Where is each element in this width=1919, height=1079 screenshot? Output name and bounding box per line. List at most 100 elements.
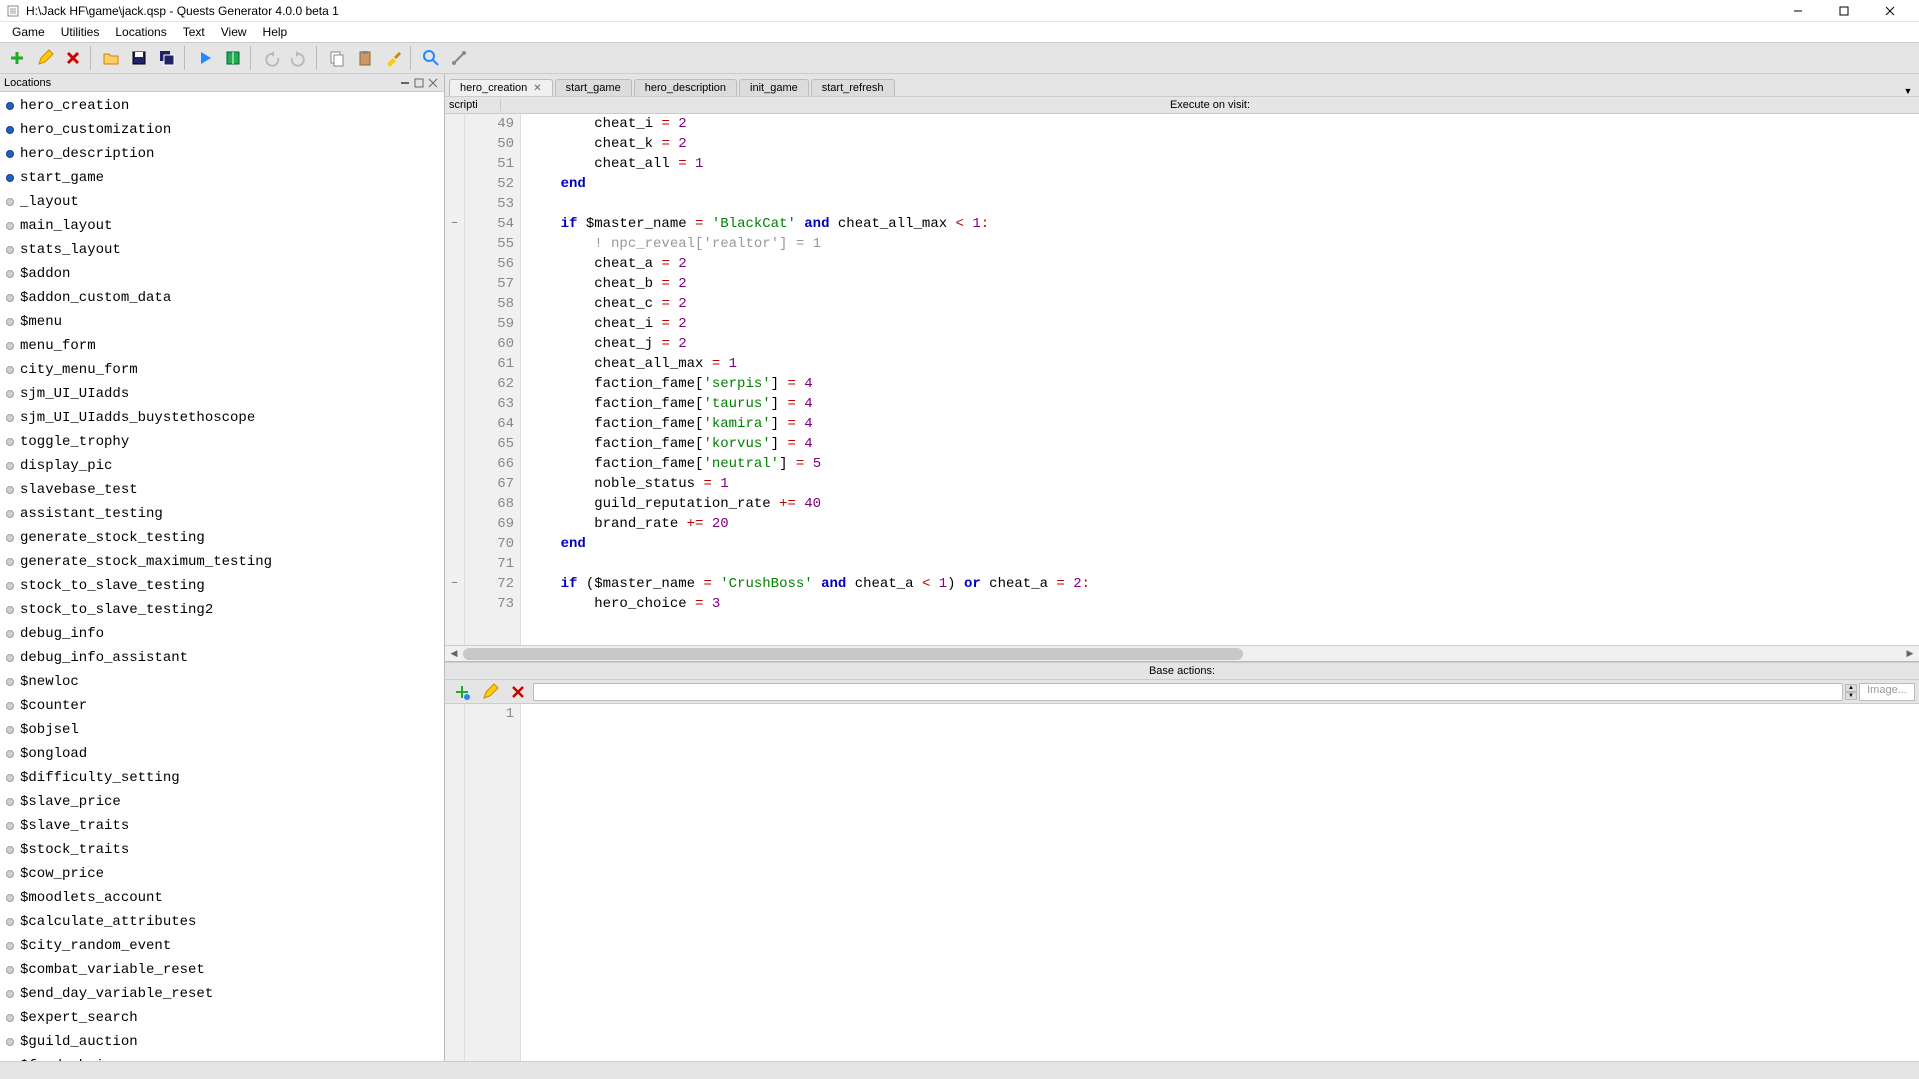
pencil-icon[interactable]: [32, 45, 58, 71]
location-item[interactable]: $combat_variable_reset: [0, 958, 444, 982]
location-item[interactable]: stock_to_slave_testing: [0, 574, 444, 598]
location-item[interactable]: start_game: [0, 166, 444, 190]
location-item[interactable]: menu_form: [0, 334, 444, 358]
menu-text[interactable]: Text: [175, 23, 213, 41]
scroll-right-icon[interactable]: ▶: [1903, 648, 1917, 660]
fold-gutter[interactable]: −−: [445, 114, 465, 645]
location-item[interactable]: $difficulty_setting: [0, 766, 444, 790]
menu-game[interactable]: Game: [4, 23, 53, 41]
location-item[interactable]: generate_stock_maximum_testing: [0, 550, 444, 574]
location-item[interactable]: $moodlets_account: [0, 886, 444, 910]
action-code-content[interactable]: [521, 704, 1919, 1061]
location-item[interactable]: $guild_auction: [0, 1030, 444, 1054]
location-item[interactable]: sjm_UI_UIadds: [0, 382, 444, 406]
location-item[interactable]: stats_layout: [0, 238, 444, 262]
base-actions-panel: Base actions: ▲▼ Image... 1: [445, 661, 1919, 1061]
action-spinner[interactable]: ▲▼: [1845, 684, 1857, 700]
location-item[interactable]: $city_random_event: [0, 934, 444, 958]
fold-toggle-icon[interactable]: −: [445, 574, 464, 594]
location-item[interactable]: sjm_UI_UIadds_buystethoscope: [0, 406, 444, 430]
location-item[interactable]: $menu: [0, 310, 444, 334]
menu-view[interactable]: View: [213, 23, 255, 41]
fold-toggle-icon[interactable]: −: [445, 214, 464, 234]
code-content[interactable]: cheat_i = 2 cheat_k = 2 cheat_all = 1 en…: [521, 114, 1919, 645]
tab-hero-creation[interactable]: hero_creation✕: [449, 79, 553, 96]
location-item[interactable]: $expert_search: [0, 1006, 444, 1030]
image-button[interactable]: Image...: [1859, 683, 1915, 701]
location-item[interactable]: hero_description: [0, 142, 444, 166]
tabs-dropdown-icon[interactable]: ▼: [1901, 86, 1915, 96]
tab-init-game[interactable]: init_game: [739, 79, 809, 96]
location-item[interactable]: $slave_traits: [0, 814, 444, 838]
location-item[interactable]: $newloc: [0, 670, 444, 694]
location-item[interactable]: main_layout: [0, 214, 444, 238]
location-item[interactable]: toggle_trophy: [0, 430, 444, 454]
location-icon: [6, 390, 14, 398]
panel-min-icon[interactable]: [398, 76, 412, 90]
delete-action-button[interactable]: [505, 679, 531, 705]
location-item[interactable]: $counter: [0, 694, 444, 718]
code-editor[interactable]: −− 4950515253545556575859606162636465666…: [445, 114, 1919, 645]
location-item[interactable]: $slave_price: [0, 790, 444, 814]
location-item[interactable]: hero_customization: [0, 118, 444, 142]
menu-locations[interactable]: Locations: [107, 23, 174, 41]
x-icon[interactable]: [60, 45, 86, 71]
location-icon: [6, 726, 14, 734]
horizontal-scrollbar[interactable]: ◀ ▶: [445, 645, 1919, 661]
location-item[interactable]: $cow_price: [0, 862, 444, 886]
add-action-button[interactable]: [449, 679, 475, 705]
location-item[interactable]: slavebase_test: [0, 478, 444, 502]
location-item[interactable]: assistant_testing: [0, 502, 444, 526]
location-item[interactable]: city_menu_form: [0, 358, 444, 382]
location-label: _layout: [20, 192, 79, 212]
location-item[interactable]: $end_day_variable_reset: [0, 982, 444, 1006]
tab-hero-description[interactable]: hero_description: [634, 79, 737, 96]
scroll-thumb[interactable]: [463, 648, 1243, 660]
location-item[interactable]: debug_info_assistant: [0, 646, 444, 670]
edit-action-button[interactable]: [477, 679, 503, 705]
location-item[interactable]: hero_creation: [0, 94, 444, 118]
undo-icon[interactable]: [258, 45, 284, 71]
redo-icon[interactable]: [286, 45, 312, 71]
location-item[interactable]: debug_info: [0, 622, 444, 646]
locations-list[interactable]: hero_creationhero_customizationhero_desc…: [0, 92, 444, 1061]
location-label: $difficulty_setting: [20, 768, 180, 788]
folder-open-icon[interactable]: [98, 45, 124, 71]
play-icon[interactable]: [192, 45, 218, 71]
location-item[interactable]: generate_stock_testing: [0, 526, 444, 550]
location-item[interactable]: $food_choice: [0, 1054, 444, 1061]
location-item[interactable]: $ongload: [0, 742, 444, 766]
action-name-field[interactable]: [533, 683, 1843, 701]
save-icon[interactable]: [126, 45, 152, 71]
panel-max-icon[interactable]: [412, 76, 426, 90]
tab-close-icon[interactable]: ✕: [533, 83, 541, 94]
menu-utilities[interactable]: Utilities: [53, 23, 108, 41]
location-icon: [6, 582, 14, 590]
action-code-editor[interactable]: 1: [445, 704, 1919, 1061]
panel-close-icon[interactable]: [426, 76, 440, 90]
plus-icon[interactable]: [4, 45, 30, 71]
copy-icon[interactable]: [324, 45, 350, 71]
maximize-button[interactable]: [1821, 0, 1867, 22]
tab-start-game[interactable]: start_game: [555, 79, 632, 96]
menu-help[interactable]: Help: [255, 23, 296, 41]
tab-start-refresh[interactable]: start_refresh: [811, 79, 895, 96]
location-item[interactable]: display_pic: [0, 454, 444, 478]
paste-icon[interactable]: [352, 45, 378, 71]
brush-icon[interactable]: [380, 45, 406, 71]
save-as-icon[interactable]: [154, 45, 180, 71]
book-icon[interactable]: [220, 45, 246, 71]
location-item[interactable]: stock_to_slave_testing2: [0, 598, 444, 622]
close-button[interactable]: [1867, 0, 1913, 22]
location-item[interactable]: $calculate_attributes: [0, 910, 444, 934]
location-item[interactable]: $objsel: [0, 718, 444, 742]
location-item[interactable]: $addon_custom_data: [0, 286, 444, 310]
search-icon[interactable]: [418, 45, 444, 71]
scroll-left-icon[interactable]: ◀: [447, 648, 461, 660]
minimize-button[interactable]: [1775, 0, 1821, 22]
location-item[interactable]: $stock_traits: [0, 838, 444, 862]
location-item[interactable]: _layout: [0, 190, 444, 214]
location-label: $expert_search: [20, 1008, 138, 1028]
tools-icon[interactable]: [446, 45, 472, 71]
location-item[interactable]: $addon: [0, 262, 444, 286]
